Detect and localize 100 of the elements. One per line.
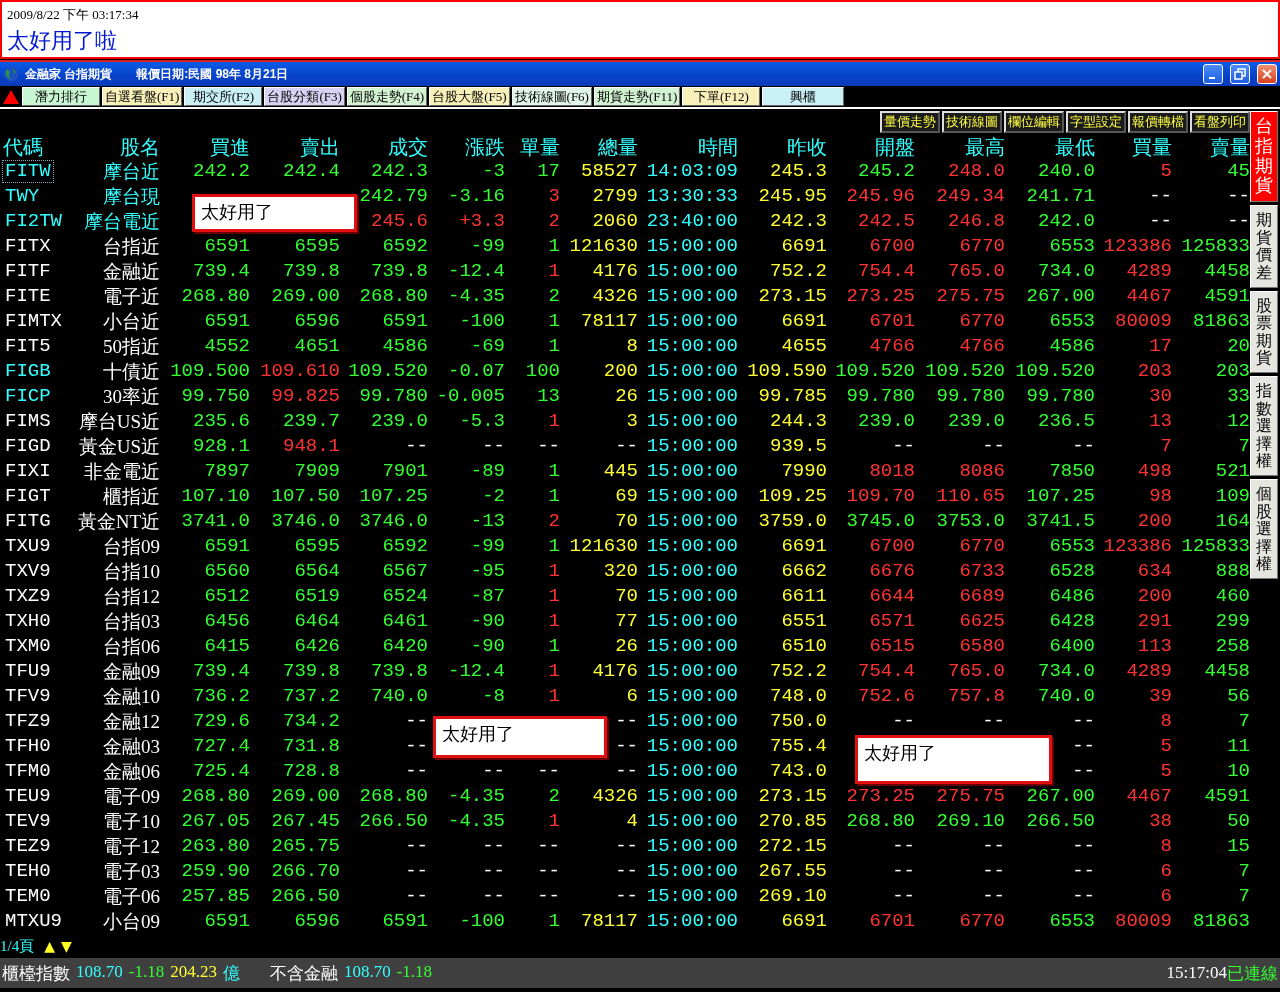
column-header[interactable]: 昨收 <box>738 135 827 159</box>
column-header[interactable]: 單量 <box>505 135 560 159</box>
table-cell: -- <box>615 735 638 757</box>
table-cell: -- <box>1149 210 1172 232</box>
table-cell: 2060 <box>592 210 638 232</box>
column-header[interactable]: 最高 <box>915 135 1005 159</box>
table-cell: 電子03 <box>103 861 160 882</box>
table-cell-text: FITF <box>4 260 52 283</box>
toolbar-button[interactable]: 報價轉檔 <box>1128 111 1188 133</box>
table-cell: 739.8 <box>371 260 428 282</box>
function-tab[interactable]: 期貨走勢(F11) <box>593 87 681 106</box>
table-cell: 6733 <box>959 560 1005 582</box>
table-cell: 6461 <box>382 610 428 632</box>
column-header[interactable]: 代碼 <box>0 135 75 159</box>
table-cell: 268.80 <box>181 285 250 307</box>
table-cell: 275.75 <box>936 285 1005 307</box>
column-header[interactable]: 賣出 <box>250 135 340 159</box>
function-tab[interactable]: 潛力排行 <box>22 87 100 106</box>
table-cell: 17 <box>1149 335 1172 357</box>
function-tab[interactable]: 個股走勢(F4) <box>346 87 428 106</box>
column-header[interactable]: 成交 <box>340 135 428 159</box>
column-header[interactable]: 時間 <box>638 135 738 159</box>
table-cell: 4326 <box>592 285 638 307</box>
table-cell: 7850 <box>1049 460 1095 482</box>
side-tab[interactable]: 個股選擇權 <box>1250 478 1278 579</box>
table-cell: 241.71 <box>1026 185 1095 207</box>
side-tab[interactable]: 指數選擇權 <box>1250 375 1278 476</box>
column-header[interactable]: 股名 <box>75 135 160 159</box>
table-cell: 15:00:00 <box>646 460 738 482</box>
table-cell: 1 <box>548 635 560 657</box>
table-cell: -- <box>1072 885 1095 907</box>
table-cell: 266.70 <box>271 860 340 882</box>
table-cell: 2 <box>548 285 560 307</box>
table-cell: 728.8 <box>283 760 340 782</box>
table-cell-text: FIGD <box>4 435 52 458</box>
table-cell: 77 <box>615 610 638 632</box>
page-up-button[interactable]: ▲ <box>44 938 55 954</box>
page-down-button[interactable]: ▼ <box>60 938 72 954</box>
table-cell: 14:03:09 <box>646 160 738 182</box>
status-text: 108.70 <box>76 961 123 983</box>
toolbar-button[interactable]: 看盤列印 <box>1190 111 1250 133</box>
table-cell: 4586 <box>1049 335 1095 357</box>
table-cell: 242.3 <box>770 210 827 232</box>
function-tab[interactable]: 台股分類(F3) <box>264 87 345 106</box>
toolbar-button[interactable]: 欄位編輯 <box>1004 111 1064 133</box>
table-cell: 15:00:00 <box>646 585 738 607</box>
table-cell: 15:00:00 <box>646 485 738 507</box>
side-tab[interactable]: 台指期貨 <box>1250 111 1278 203</box>
close-icon <box>1261 68 1273 80</box>
table-cell: 4467 <box>1126 285 1172 307</box>
table-cell: 7897 <box>204 460 250 482</box>
table-cell: 275.75 <box>936 785 1005 807</box>
side-tab[interactable]: 期貨價差 <box>1250 205 1278 288</box>
table-cell: 15:00:00 <box>646 860 738 882</box>
table-cell: 6700 <box>869 535 915 557</box>
table-cell: 3746.0 <box>271 510 340 532</box>
table-cell: 1 <box>548 660 560 682</box>
toolbar-button[interactable]: 字型設定 <box>1066 111 1126 133</box>
function-tab[interactable]: 自選看盤(F1) <box>102 87 183 106</box>
table-cell-text: TXZ9 <box>4 585 52 608</box>
column-header[interactable]: 開盤 <box>827 135 915 159</box>
table-cell: 台指10 <box>103 561 160 582</box>
toolbar-button[interactable]: 技術線圖 <box>942 111 1002 133</box>
minimize-button[interactable] <box>1203 64 1223 84</box>
table-cell: -- <box>982 885 1005 907</box>
table-cell: 台指03 <box>103 611 160 632</box>
column-header[interactable]: 買量 <box>1095 135 1172 159</box>
table-cell: 30 <box>1149 385 1172 407</box>
table-cell: -- <box>892 835 915 857</box>
page-indicator: 1/4頁 <box>0 936 35 956</box>
table-cell: 125833 <box>1181 235 1250 257</box>
table-cell: 242.79 <box>359 185 428 207</box>
restore-button[interactable] <box>1230 64 1250 84</box>
table-cell: 15:00:00 <box>646 660 738 682</box>
function-tab[interactable]: 技術線圖(F6) <box>511 87 592 106</box>
column-header[interactable]: 買進 <box>160 135 250 159</box>
toolbar-button[interactable]: 量價走勢 <box>880 111 940 133</box>
table-cell-text: TFV9 <box>4 685 52 708</box>
column-header[interactable]: 賣量 <box>1172 135 1250 159</box>
quote-date: 報價日期:民國 98年 8月21日 <box>136 65 289 83</box>
function-tab[interactable]: 台股大盤(F5) <box>429 87 510 106</box>
side-tab[interactable]: 股票期貨 <box>1250 290 1278 373</box>
table-cell: -- <box>537 435 560 457</box>
function-tab[interactable]: 興櫃 <box>762 87 845 106</box>
table-cell: 6515 <box>869 635 915 657</box>
table-cell: 754.4 <box>858 260 915 282</box>
table-cell-text: FIGT <box>4 485 52 508</box>
table-cell: 273.15 <box>758 785 827 807</box>
column-header[interactable]: 總量 <box>560 135 638 159</box>
table-cell-text: TFH0 <box>4 735 52 758</box>
function-tab[interactable]: 下單(F12) <box>682 87 761 106</box>
table-cell: 26 <box>615 635 638 657</box>
table-cell: 70 <box>615 585 638 607</box>
column-header[interactable]: 最低 <box>1005 135 1095 159</box>
column-header[interactable]: 漲跌 <box>428 135 505 159</box>
table-cell: -95 <box>470 560 505 582</box>
function-tab[interactable]: 期交所(F2) <box>184 87 263 106</box>
table-cell: 小台09 <box>103 911 160 932</box>
table-cell: -- <box>982 835 1005 857</box>
close-button[interactable] <box>1257 64 1277 84</box>
